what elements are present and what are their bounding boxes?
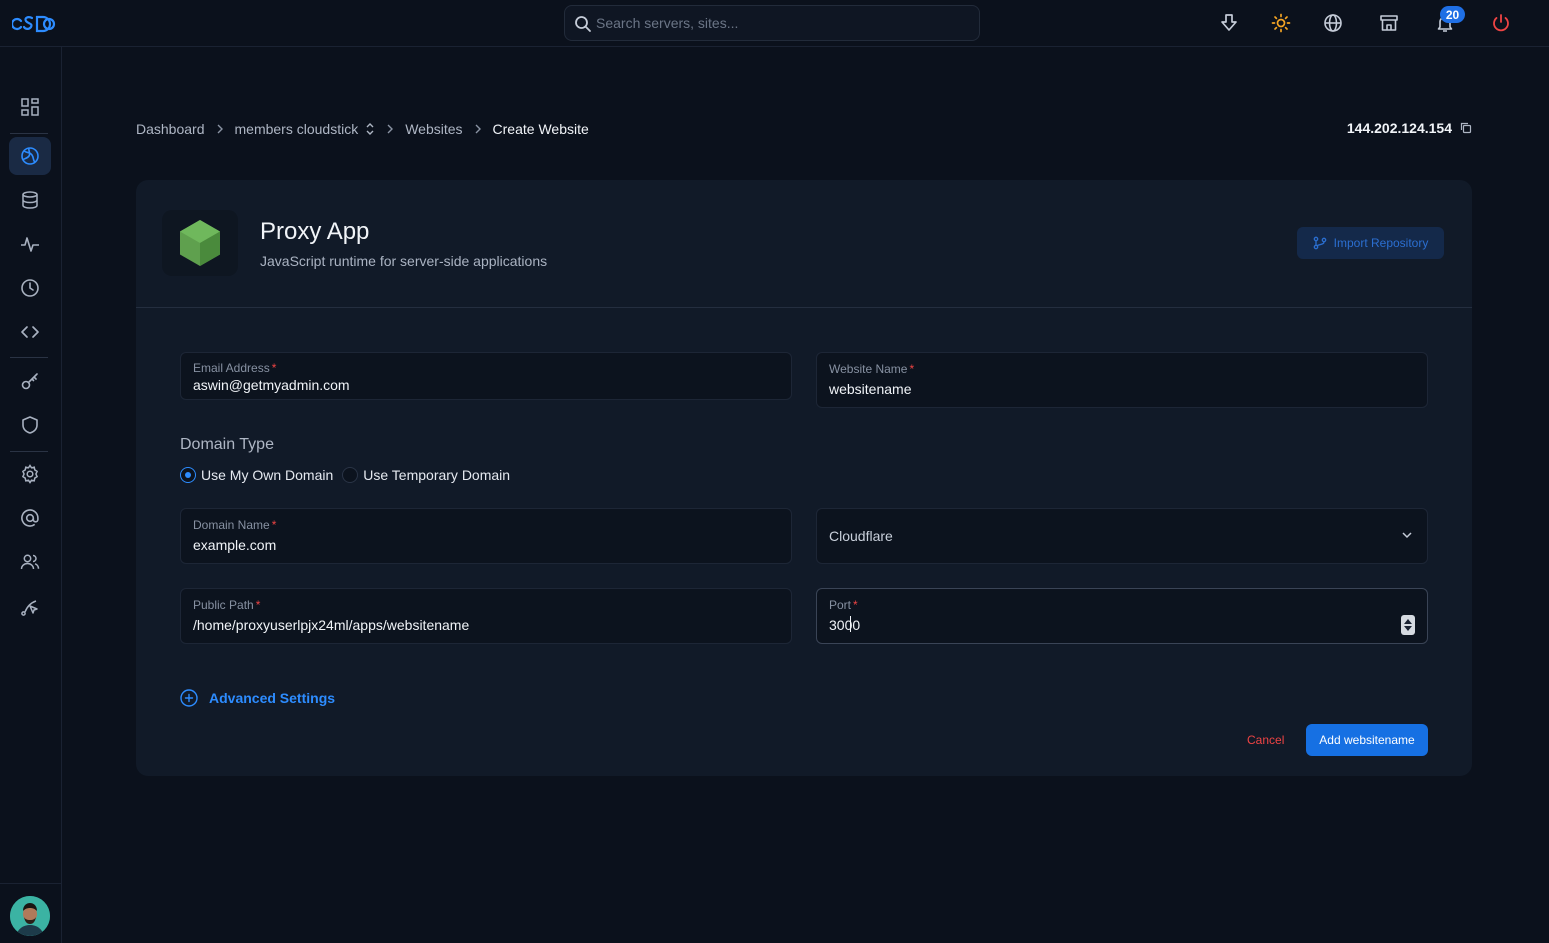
global-search[interactable] [564,5,980,41]
breadcrumb-dashboard[interactable]: Dashboard [136,121,205,137]
port-field[interactable]: Port * [816,588,1428,644]
top-bar: 20 [0,0,1549,47]
notification-count-badge: 20 [1440,6,1465,23]
sidebar-item-websites[interactable] [9,137,51,175]
sidebar-item-integrations[interactable] [9,588,51,626]
store-icon[interactable] [1378,12,1400,34]
sidebar-item-code[interactable] [9,313,51,351]
dns-provider-value: Cloudflare [829,528,893,544]
number-stepper[interactable] [1401,615,1415,635]
radio-own-domain-label[interactable]: Use My Own Domain [201,467,333,483]
domain-name-field[interactable]: Domain Name * [180,508,792,564]
theme-sun-icon[interactable] [1270,12,1292,34]
domain-name-input[interactable] [193,537,753,553]
globe-icon[interactable] [1322,12,1344,34]
activity-icon [21,237,39,252]
sidebar [0,47,62,943]
breadcrumb-server[interactable]: members cloudstick [235,121,359,137]
website-name-label: Website Name [829,362,908,376]
add-website-button[interactable]: Add websitename [1306,724,1428,756]
power-icon[interactable] [1490,12,1512,34]
port-input[interactable] [829,617,1369,633]
chevron-up-down-icon[interactable] [365,122,375,136]
code-icon [21,326,39,338]
sidebar-item-monitoring[interactable] [9,225,51,263]
sidebar-item-settings[interactable] [9,455,51,493]
users-icon [20,554,40,570]
database-icon [22,191,38,209]
create-website-card: Proxy App JavaScript runtime for server-… [136,180,1472,776]
public-path-input[interactable] [193,617,753,633]
advanced-settings-toggle[interactable]: Advanced Settings [180,689,335,707]
import-repository-label: Import Repository [1333,236,1429,250]
nodejs-hexagon-icon [162,210,238,276]
sidebar-item-databases[interactable] [9,181,51,219]
chevron-down-icon [1401,528,1413,546]
gear-icon [21,464,39,484]
domain-name-label: Domain Name [193,518,270,532]
dashboard-grid-icon [21,98,39,116]
public-path-field[interactable]: Public Path * [180,588,792,644]
chevron-right-icon [216,124,224,134]
breadcrumb: Dashboard members cloudstick Websites Cr… [136,120,589,138]
chevron-right-icon [474,124,482,134]
sidebar-item-ssh-keys[interactable] [9,362,51,400]
web-globe-icon [21,147,39,165]
app-subtitle: JavaScript runtime for server-side appli… [260,253,548,269]
domain-type-radio-group: Use My Own Domain Use Temporary Domain [180,466,519,484]
at-sign-icon [21,509,39,527]
plus-circle-icon [180,689,198,707]
radio-temporary-domain[interactable] [342,467,359,483]
server-ip-text: 144.202.124.154 [1346,120,1452,136]
sidebar-item-cron[interactable] [9,269,51,307]
port-label: Port [829,598,852,612]
radio-own-domain[interactable] [180,467,196,483]
website-name-input[interactable] [829,381,1389,397]
dns-provider-select[interactable]: Cloudflare [816,508,1428,564]
chevron-right-icon [386,124,394,134]
domain-type-title: Domain Type [180,436,274,453]
email-field[interactable]: Email Address * [180,352,792,400]
import-repository-button[interactable]: Import Repository [1297,227,1444,259]
website-name-field[interactable]: Website Name * [816,352,1428,408]
search-icon [574,15,592,33]
public-path-label: Public Path [193,598,254,612]
search-input[interactable] [596,6,966,40]
breadcrumb-current: Create Website [492,121,589,137]
key-icon [21,373,38,390]
cursor-node-icon [21,600,38,616]
git-branch-icon [1313,236,1327,250]
text-caret [850,616,851,632]
sidebar-item-security[interactable] [9,406,51,444]
breadcrumb-websites[interactable]: Websites [405,121,462,137]
clock-icon [21,279,39,297]
app-header: Proxy App JavaScript runtime for server-… [136,180,1472,308]
advanced-settings-label: Advanced Settings [209,690,336,706]
sidebar-item-email[interactable] [9,499,51,537]
app-title: Proxy App [260,218,370,245]
user-avatar[interactable] [10,896,50,936]
shield-icon [22,416,38,434]
cloudstick-logo[interactable] [10,10,56,36]
sidebar-item-users[interactable] [9,543,51,581]
cancel-button[interactable]: Cancel [1247,733,1284,747]
download-icon[interactable] [1218,12,1240,34]
server-ip: 144.202.124.154 [1347,120,1472,136]
email-input[interactable] [193,377,753,393]
sidebar-item-dashboard[interactable] [9,88,51,126]
email-label: Email Address [193,361,270,375]
radio-temporary-domain-label[interactable]: Use Temporary Domain [363,467,510,483]
copy-icon[interactable] [1460,122,1472,134]
